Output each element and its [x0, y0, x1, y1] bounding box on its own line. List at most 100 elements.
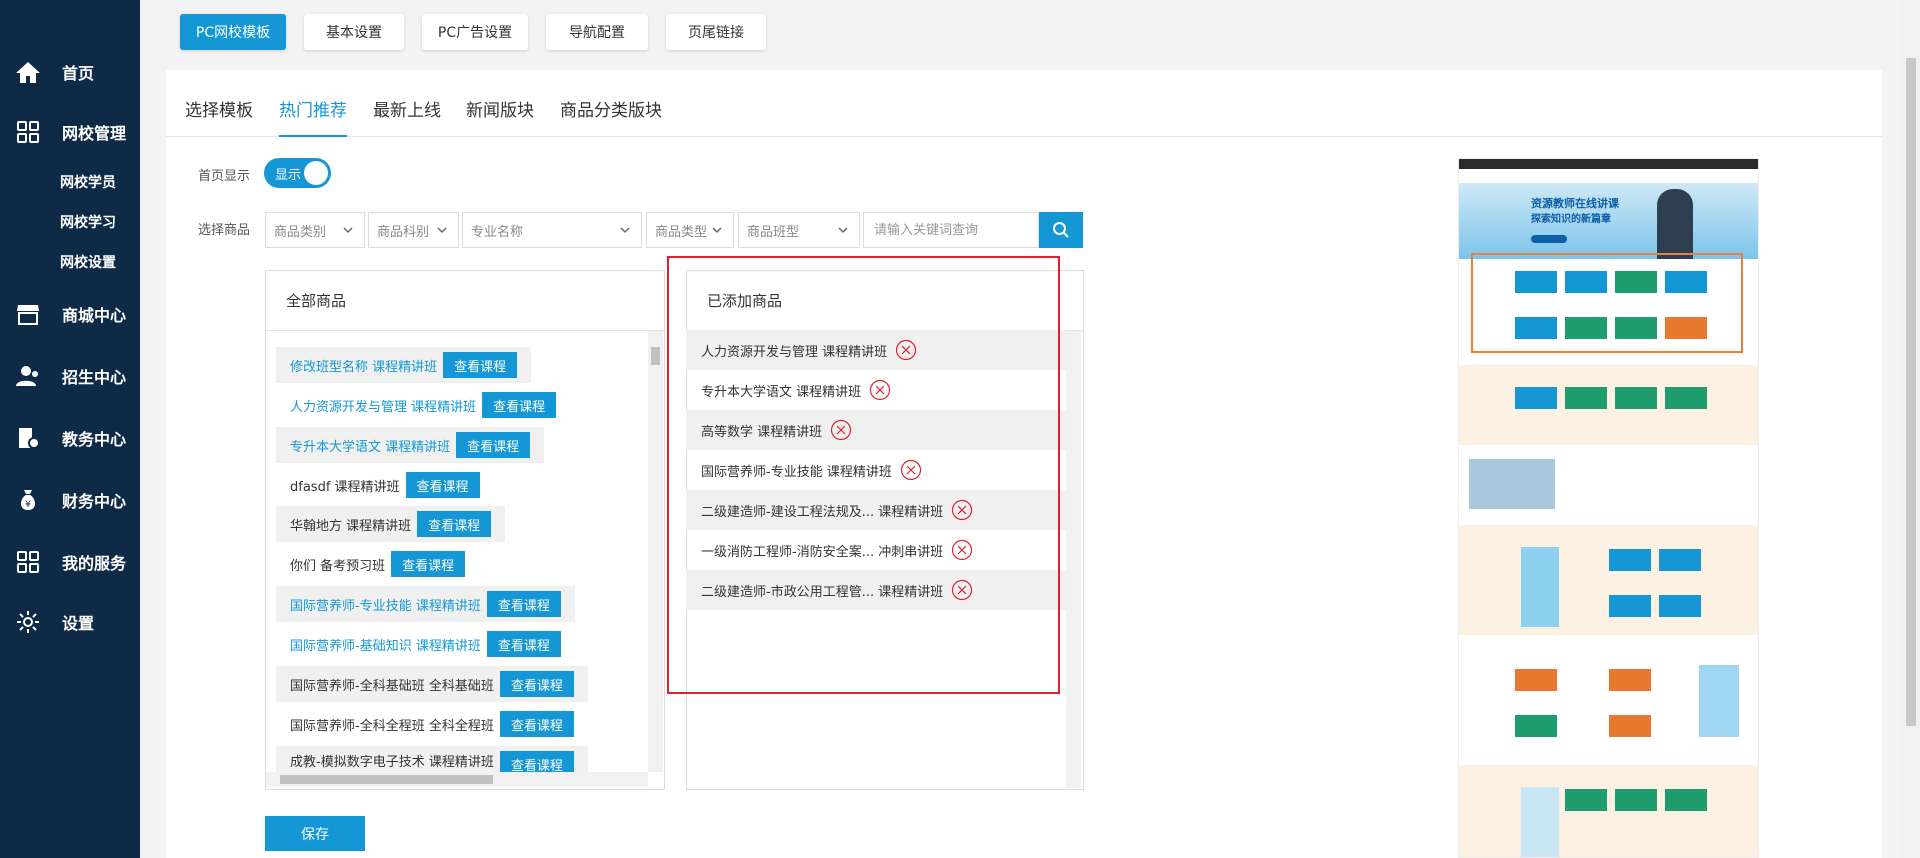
- chevron-down-icon: [343, 227, 353, 234]
- added-goods-name: 二级建造师-建设工程法规及... 课程精讲班: [701, 504, 944, 520]
- filter-label: 专业名称: [471, 224, 524, 240]
- goods-name[interactable]: 国际营养师-基础知识 课程精讲班: [290, 635, 481, 654]
- preview-course-card: [1609, 595, 1651, 617]
- page-scrollbar[interactable]: [1902, 0, 1920, 858]
- list-item: 国际营养师-专业技能 课程精讲班 查看课程: [276, 586, 575, 622]
- gear-icon: [14, 608, 42, 636]
- subtab-latest[interactable]: 最新上线: [373, 96, 441, 121]
- remove-icon[interactable]: [869, 379, 891, 401]
- list-item: 国际营养师-全科基础班 全科基础班 查看课程: [276, 666, 588, 702]
- nav-school-management[interactable]: 网校管理: [0, 112, 140, 152]
- nav-home[interactable]: 首页: [0, 52, 140, 92]
- preview-course-card: [1565, 271, 1607, 293]
- tabs-divider: [166, 136, 1882, 137]
- filter-major-name[interactable]: 专业名称: [462, 212, 642, 248]
- sub-item-settings[interactable]: 网校设置: [60, 252, 116, 272]
- added-goods-name: 人力资源开发与管理 课程精讲班: [701, 344, 888, 360]
- goods-name[interactable]: dfasdf 课程精讲班: [290, 476, 400, 495]
- view-course-button[interactable]: 查看课程: [482, 392, 557, 418]
- view-course-button[interactable]: 查看课程: [405, 472, 480, 498]
- remove-icon[interactable]: [951, 539, 973, 561]
- subtab-hot-recommend[interactable]: 热门推荐: [279, 96, 347, 121]
- filter-goods-subject[interactable]: 商品科别: [368, 212, 459, 248]
- goods-name[interactable]: 华翰地方 课程精讲班: [290, 515, 411, 534]
- nav-label: 财务中心: [62, 492, 127, 511]
- chevron-down-icon: [838, 227, 848, 234]
- view-course-button[interactable]: 查看课程: [391, 551, 466, 577]
- filter-label: 商品科别: [377, 224, 430, 240]
- toggle-label: 显示: [275, 168, 302, 183]
- view-course-button[interactable]: 查看课程: [499, 671, 574, 697]
- list-item: 国际营养师-专业技能 课程精讲班: [686, 450, 1066, 490]
- remove-icon[interactable]: [951, 499, 973, 521]
- view-course-button[interactable]: 查看课程: [486, 591, 561, 617]
- tab-nav-config[interactable]: 导航配置: [546, 14, 648, 50]
- nav-academic-center[interactable]: 教务中心: [0, 418, 140, 458]
- preview-exam-section: [1459, 525, 1758, 635]
- goods-name[interactable]: 国际营养师-专业技能 课程精讲班: [290, 595, 481, 614]
- preview-course-card: [1615, 271, 1657, 293]
- view-course-button[interactable]: 查看课程: [499, 751, 574, 772]
- nav-finance-center[interactable]: ¥ 财务中心: [0, 480, 140, 520]
- remove-icon[interactable]: [830, 419, 852, 441]
- scroll-thumb[interactable]: [651, 347, 660, 365]
- list-item: 高等数学 课程精讲班: [686, 410, 1066, 450]
- view-course-button[interactable]: 查看课程: [486, 631, 561, 657]
- filter-label: 商品类别: [274, 224, 327, 240]
- added-goods-vscrollbar[interactable]: [1066, 331, 1081, 788]
- filter-goods-type[interactable]: 商品类型: [646, 212, 734, 248]
- scroll-thumb[interactable]: [280, 775, 493, 784]
- tab-pc-template[interactable]: PC网校模板: [180, 14, 286, 50]
- page-scroll-thumb[interactable]: [1906, 58, 1916, 726]
- nav-settings[interactable]: 设置: [0, 602, 140, 642]
- goods-name[interactable]: 国际营养师-全科基础班 全科基础班: [290, 675, 494, 694]
- keyword-search-input[interactable]: [863, 212, 1039, 248]
- sub-item-learning[interactable]: 网校学习: [60, 212, 116, 232]
- list-item: 修改班型名称 课程精讲班 查看课程: [276, 347, 532, 383]
- subtab-select-template[interactable]: 选择模板: [185, 96, 253, 121]
- goods-name[interactable]: 人力资源开发与管理 课程精讲班: [290, 396, 476, 415]
- list-item: 国际营养师-全科全程班 全科全程班 查看课程: [276, 706, 588, 742]
- tab-footer-links[interactable]: 页尾链接: [666, 14, 766, 50]
- remove-icon[interactable]: [951, 579, 973, 601]
- active-tab-indicator: [279, 135, 347, 137]
- nav-my-services[interactable]: 我的服务: [0, 542, 140, 582]
- subtab-category[interactable]: 商品分类版块: [560, 96, 662, 121]
- search-icon: [1053, 222, 1069, 238]
- added-goods-name: 二级建造师-市政公用工程管... 课程精讲班: [701, 584, 944, 600]
- sidebar: 首页 网校管理 网校学员 网校学习 网校设置 商城中心 招生中心 教务中心 ¥ …: [0, 0, 140, 858]
- nav-mall-center[interactable]: 商城中心: [0, 294, 140, 334]
- subtab-news[interactable]: 新闻版块: [466, 96, 534, 121]
- nav-enrollment-center[interactable]: 招生中心: [0, 356, 140, 396]
- goods-name[interactable]: 修改班型名称 课程精讲班: [290, 356, 437, 375]
- all-goods-vscrollbar[interactable]: [648, 331, 663, 772]
- tab-pc-ad-settings[interactable]: PC广告设置: [422, 14, 528, 50]
- goods-name[interactable]: 专升本大学语文 课程精讲班: [290, 436, 450, 455]
- filter-goods-category[interactable]: 商品类别: [265, 212, 365, 248]
- filter-class-type[interactable]: 商品班型: [738, 212, 860, 248]
- preview-course-card: [1615, 387, 1657, 409]
- remove-icon[interactable]: [900, 459, 922, 481]
- all-goods-hscrollbar[interactable]: [266, 772, 648, 787]
- preview-topbar: [1459, 159, 1758, 169]
- display-toggle[interactable]: 显示: [264, 158, 331, 188]
- remove-icon[interactable]: [895, 339, 917, 361]
- chevron-down-icon: [712, 227, 722, 234]
- save-button[interactable]: 保存: [265, 816, 365, 851]
- goods-name[interactable]: 成教-模拟数字电子技术 课程精讲班: [290, 751, 494, 770]
- goods-name[interactable]: 国际营养师-全科全程班 全科全程班: [290, 715, 494, 734]
- preview-hero-button: [1531, 235, 1567, 243]
- filter-label: 商品班型: [747, 224, 800, 240]
- list-item: 一级消防工程师-消防安全案... 冲刺串讲班: [686, 530, 1066, 570]
- view-course-button[interactable]: 查看课程: [443, 352, 518, 378]
- preview-course-card: [1515, 669, 1557, 691]
- view-course-button[interactable]: 查看课程: [499, 711, 574, 737]
- sub-item-students[interactable]: 网校学员: [60, 172, 116, 192]
- view-course-button[interactable]: 查看课程: [417, 511, 492, 537]
- tab-basic-settings[interactable]: 基本设置: [304, 14, 404, 50]
- preview-course-card: [1515, 317, 1557, 339]
- search-button[interactable]: [1039, 212, 1083, 248]
- goods-name[interactable]: 你们 备考预习班: [290, 555, 385, 574]
- view-course-button[interactable]: 查看课程: [456, 432, 531, 458]
- book-icon: [14, 424, 42, 452]
